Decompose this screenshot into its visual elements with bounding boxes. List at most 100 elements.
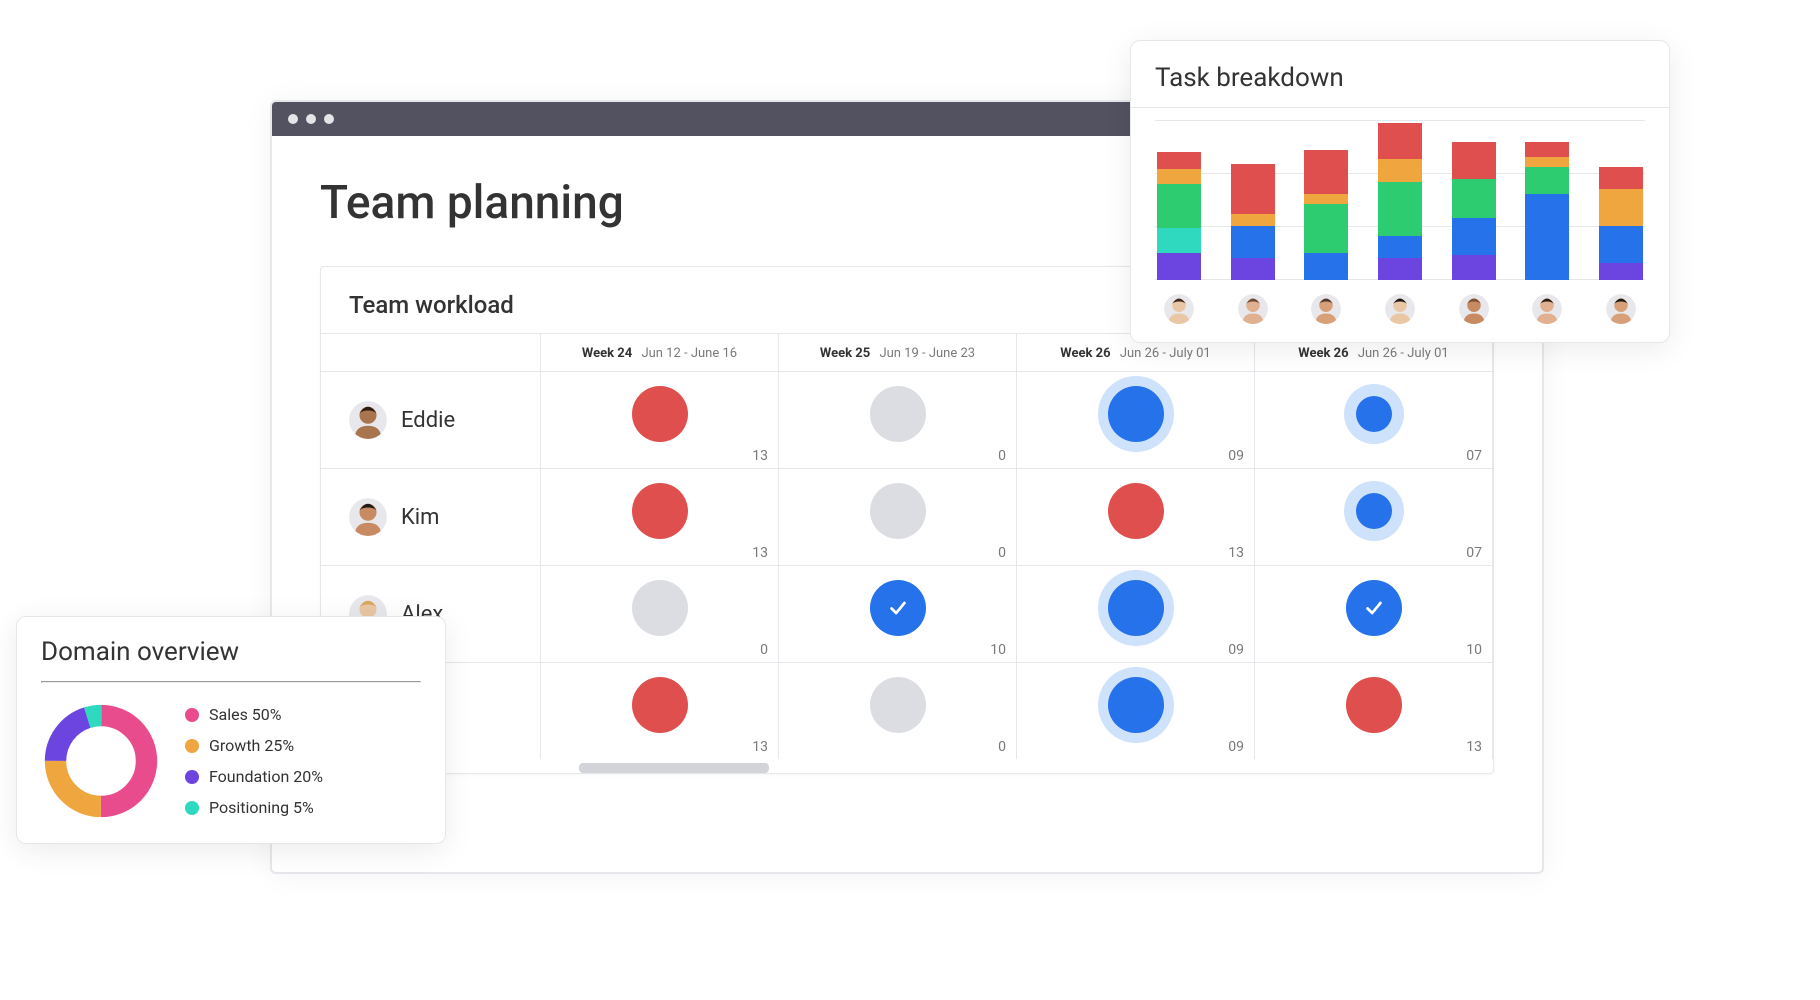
workload-value: 09 <box>1228 739 1244 755</box>
workload-cell[interactable]: 13 <box>1017 468 1255 565</box>
legend-swatch-icon <box>185 708 199 722</box>
stacked-bar[interactable] <box>1378 120 1422 280</box>
domain-donut-chart <box>41 701 161 821</box>
member-name: Eddie <box>401 408 455 433</box>
bar-segment <box>1378 182 1422 236</box>
week-column-head: Week 24 Jun 12 - June 16 <box>541 333 779 371</box>
workload-indicator <box>632 677 688 733</box>
avatar <box>1385 294 1415 324</box>
workload-value: 13 <box>752 448 768 464</box>
name-column-head <box>321 333 541 371</box>
workload-cell[interactable]: 13 <box>541 468 779 565</box>
week-range: Jun 26 - July 01 <box>1358 346 1449 361</box>
stacked-bar[interactable] <box>1304 120 1348 280</box>
workload-value: 13 <box>752 545 768 561</box>
bar-segment <box>1157 169 1201 184</box>
window-control-icon[interactable] <box>324 114 334 124</box>
avatar <box>349 498 387 536</box>
workload-cell[interactable]: 0 <box>779 468 1017 565</box>
bar-segment <box>1157 253 1201 280</box>
bar-segment <box>1452 218 1496 255</box>
workload-value: 13 <box>1466 739 1482 755</box>
domain-overview-card: Domain overview Sales 50% Growth 25% Fou… <box>16 616 446 844</box>
workload-cell[interactable]: 07 <box>1255 468 1493 565</box>
avatar <box>1164 294 1194 324</box>
workload-indicator <box>1108 483 1164 539</box>
week-label: Week 26 <box>1298 346 1348 361</box>
workload-cell[interactable]: 0 <box>779 662 1017 759</box>
bar-segment <box>1304 253 1348 280</box>
member-row-name[interactable]: Eddie <box>321 371 541 468</box>
week-range: Jun 19 - June 23 <box>879 346 975 361</box>
window-control-icon[interactable] <box>288 114 298 124</box>
legend-swatch-icon <box>185 739 199 753</box>
stacked-bar[interactable] <box>1157 120 1201 280</box>
workload-indicator <box>632 483 688 539</box>
bar-segment <box>1378 159 1422 181</box>
workload-value: 13 <box>752 739 768 755</box>
bar-segment <box>1304 150 1348 194</box>
member-row-name[interactable]: Kim <box>321 468 541 565</box>
workload-indicator <box>1346 580 1402 636</box>
workload-value: 13 <box>1228 545 1244 561</box>
workload-grid: Week 24 Jun 12 - June 16 Week 25 Jun 19 … <box>321 333 1493 759</box>
member-name: Kim <box>401 505 439 530</box>
avatar <box>1311 294 1341 324</box>
stacked-bar[interactable] <box>1525 120 1569 280</box>
workload-cell[interactable]: 10 <box>1255 565 1493 662</box>
workload-cell[interactable]: 13 <box>541 662 779 759</box>
workload-indicator <box>870 580 926 636</box>
workload-cell[interactable]: 09 <box>1017 662 1255 759</box>
workload-cell[interactable]: 0 <box>541 565 779 662</box>
legend-swatch-icon <box>185 770 199 784</box>
window-control-icon[interactable] <box>306 114 316 124</box>
workload-value: 0 <box>760 642 768 658</box>
workload-cell[interactable]: 09 <box>1017 565 1255 662</box>
bar-segment <box>1378 123 1422 160</box>
bar-segment <box>1525 157 1569 167</box>
legend-item[interactable]: Sales 50% <box>185 705 323 724</box>
bar-segment <box>1231 226 1275 258</box>
workload-cell[interactable]: 13 <box>1255 662 1493 759</box>
week-range: Jun 12 - June 16 <box>641 346 737 361</box>
check-icon <box>887 597 909 619</box>
avatar <box>1532 294 1562 324</box>
avatar <box>1459 294 1489 324</box>
legend-label: Positioning 5% <box>209 798 314 817</box>
workload-cell[interactable]: 09 <box>1017 371 1255 468</box>
bar-segment <box>1231 164 1275 213</box>
scrollbar-thumb[interactable] <box>579 763 769 773</box>
legend-item[interactable]: Positioning 5% <box>185 798 323 817</box>
horizontal-scrollbar[interactable] <box>321 763 1493 773</box>
workload-value: 07 <box>1466 448 1482 464</box>
workload-cell[interactable]: 07 <box>1255 371 1493 468</box>
workload-value: 09 <box>1228 642 1244 658</box>
stacked-bar[interactable] <box>1599 120 1643 280</box>
bar-segment <box>1378 236 1422 258</box>
stacked-bar[interactable] <box>1231 120 1275 280</box>
stacked-bar[interactable] <box>1452 120 1496 280</box>
task-breakdown-title: Task breakdown <box>1155 63 1645 93</box>
bar-segment <box>1599 263 1643 280</box>
workload-indicator <box>1108 580 1164 636</box>
workload-indicator <box>1356 396 1392 432</box>
legend-item[interactable]: Foundation 20% <box>185 767 323 786</box>
bar-segment <box>1157 184 1201 228</box>
bar-segment <box>1452 142 1496 179</box>
workload-cell[interactable]: 0 <box>779 371 1017 468</box>
workload-cell[interactable]: 10 <box>779 565 1017 662</box>
week-range: Jun 26 - July 01 <box>1120 346 1211 361</box>
workload-indicator <box>1108 386 1164 442</box>
workload-value: 07 <box>1466 545 1482 561</box>
week-label: Week 24 <box>582 346 632 361</box>
week-label: Week 26 <box>1060 346 1110 361</box>
task-breakdown-chart <box>1155 120 1645 280</box>
workload-indicator <box>870 483 926 539</box>
task-breakdown-avatars <box>1155 294 1645 324</box>
legend-label: Growth 25% <box>209 736 294 755</box>
avatar <box>1238 294 1268 324</box>
workload-cell[interactable]: 13 <box>541 371 779 468</box>
bar-segment <box>1599 167 1643 189</box>
legend-item[interactable]: Growth 25% <box>185 736 323 755</box>
bar-segment <box>1452 179 1496 218</box>
